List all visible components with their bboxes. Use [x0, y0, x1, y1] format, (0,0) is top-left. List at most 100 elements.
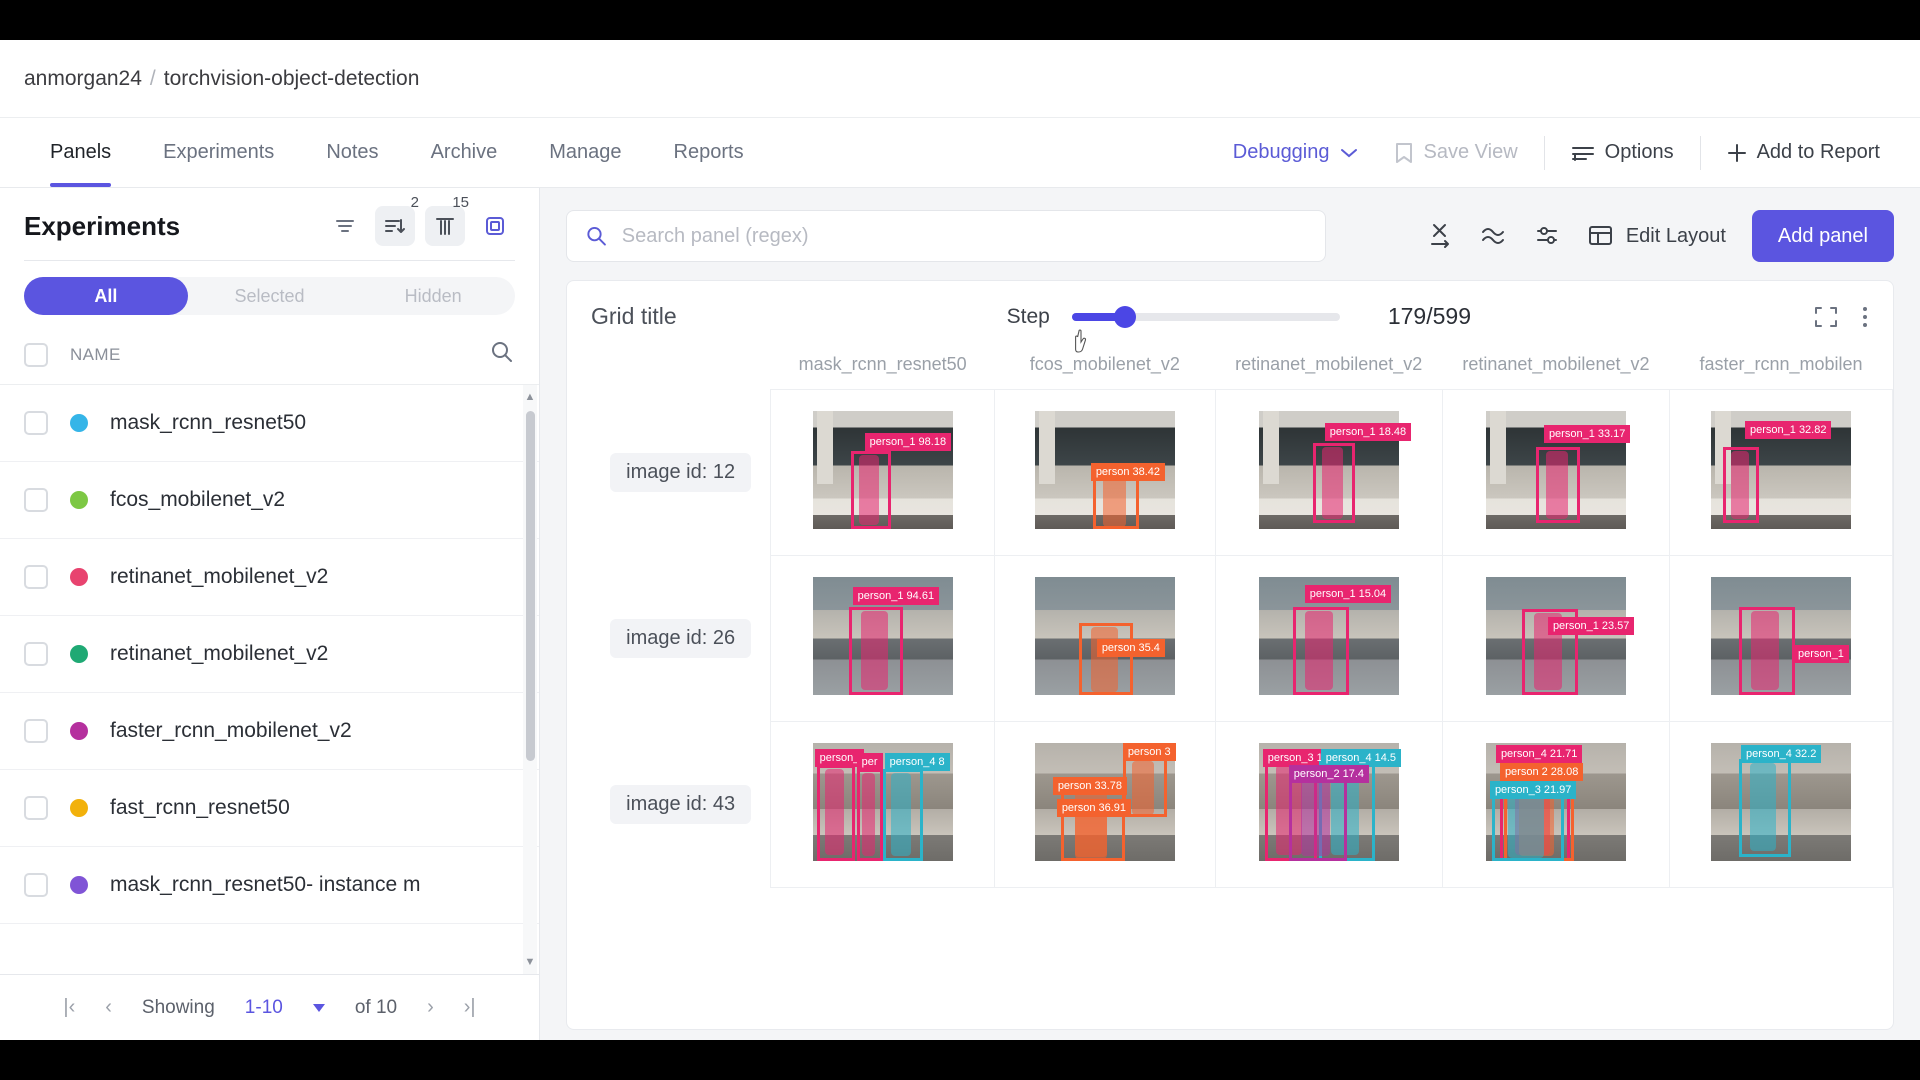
tab-panels[interactable]: Panels — [24, 118, 137, 187]
detection-image[interactable]: person 35.4 — [1034, 577, 1175, 695]
detection-image[interactable]: person_4 32.2 — [1711, 743, 1852, 861]
detection-label: person_4 8 — [884, 753, 950, 772]
options-button[interactable]: Options — [1553, 118, 1692, 187]
fullscreen-button[interactable] — [1813, 304, 1839, 330]
step-slider[interactable] — [1071, 305, 1340, 328]
grid-cell[interactable]: person 3 person 33.78 person 36.91 — [994, 721, 1216, 888]
scroll-up-icon[interactable]: ▲ — [523, 387, 537, 407]
detection-image[interactable]: person_3 15 person_4 14.5 person_2 17.4 — [1258, 743, 1402, 861]
grid-cell[interactable]: person_1 18.48 — [1214, 389, 1443, 556]
last-page-button[interactable]: ›| — [464, 996, 476, 1019]
search-panel-input[interactable] — [621, 224, 1307, 248]
search-experiments-button[interactable] — [489, 339, 515, 370]
select-all-checkbox[interactable] — [24, 342, 48, 367]
detection-image[interactable]: person_1 98.18 — [812, 411, 953, 529]
detection-image[interactable]: person_1 — [1711, 577, 1852, 695]
add-panel-button[interactable]: Add panel — [1751, 210, 1894, 262]
tab-reports[interactable]: Reports — [648, 118, 770, 187]
tab-archive[interactable]: Archive — [405, 118, 524, 187]
experiment-row-3[interactable]: retinanet_mobilenet_v2 — [0, 616, 539, 693]
detection-image[interactable]: person_1 18.48 — [1258, 411, 1412, 529]
grid-cell[interactable]: person_1 23.57 — [1441, 555, 1671, 722]
color-dot — [70, 491, 88, 509]
color-dot — [70, 645, 88, 663]
row-checkbox[interactable] — [24, 796, 48, 820]
experiment-row-4[interactable]: faster_rcnn_mobilenet_v2 — [0, 693, 539, 770]
segment-selected[interactable]: Selected — [188, 277, 352, 315]
experiment-row-2[interactable]: retinanet_mobilenet_v2 — [0, 539, 539, 616]
options-label: Options — [1604, 141, 1674, 163]
detection-image[interactable]: person_1 23.57 — [1485, 577, 1635, 695]
grid-scroll-area[interactable]: mask_rcnn_resnet50 fcos_mobilenet_v2 ret… — [567, 344, 1893, 1029]
step-slider-knob[interactable] — [1114, 305, 1137, 328]
filter-button[interactable] — [325, 206, 365, 246]
row-checkbox[interactable] — [24, 719, 48, 743]
grid-cell[interactable]: person_1 98.18 — [770, 389, 996, 556]
detection-image[interactable]: person 3 person 33.78 person 36.91 — [1034, 743, 1176, 861]
segment-all[interactable]: All — [24, 277, 188, 315]
grid-cell[interactable]: person_3 15 person_4 14.5 person_2 17.4 — [1214, 721, 1443, 888]
prev-page-button[interactable]: ‹ — [105, 996, 112, 1019]
grid-cell[interactable]: person_ per person_4 8 — [770, 721, 996, 888]
grid-cell[interactable]: person_1 33.17 — [1441, 389, 1671, 556]
breadcrumb-project[interactable]: torchvision-object-detection — [164, 67, 420, 91]
segment-hidden[interactable]: Hidden — [351, 277, 515, 315]
search-panel-box[interactable] — [566, 210, 1326, 262]
add-to-report-button[interactable]: Add to Report — [1709, 118, 1898, 187]
column-decoration — [1038, 411, 1055, 485]
edit-layout-button[interactable]: Edit Layout — [1588, 224, 1726, 248]
next-page-button[interactable]: › — [427, 996, 434, 1019]
detection-image[interactable]: person 38.42 — [1034, 411, 1175, 529]
more-vertical-icon — [1863, 306, 1867, 327]
grid-cell[interactable]: person 38.42 — [994, 389, 1216, 556]
first-page-button[interactable]: |‹ — [63, 996, 75, 1019]
tab-notes[interactable]: Notes — [300, 118, 404, 187]
row-checkbox[interactable] — [24, 873, 48, 897]
column-header-name: NAME — [70, 344, 121, 364]
page-size-caret-icon[interactable] — [312, 1003, 325, 1012]
tab-experiments[interactable]: Experiments — [137, 118, 300, 187]
detection-image[interactable]: person_1 32.82 — [1711, 411, 1852, 529]
experiment-row-1[interactable]: fcos_mobilenet_v2 — [0, 462, 539, 539]
experiment-row-0[interactable]: mask_rcnn_resnet50 — [0, 385, 539, 462]
experiment-row-5[interactable]: fast_rcnn_resnet50 — [0, 770, 539, 847]
detection-image[interactable]: person_4 21.71 person 2 28.08 person_3 21.… — [1485, 743, 1626, 861]
row-checkbox[interactable] — [24, 411, 48, 435]
sort-button[interactable]: 2 — [375, 194, 419, 246]
grid-cell[interactable]: person_1 15.04 — [1214, 555, 1443, 722]
detection-image[interactable]: person_1 33.17 — [1485, 411, 1631, 529]
row-checkbox[interactable] — [24, 565, 48, 589]
grid-cell[interactable]: person 35.4 — [994, 555, 1216, 722]
grid-cell[interactable]: person_1 94.61 — [770, 555, 996, 722]
row-checkbox[interactable] — [24, 642, 48, 666]
scrollbar-thumb[interactable] — [526, 411, 535, 761]
grid-col-0: mask_rcnn_resnet50 — [798, 354, 967, 374]
breadcrumb-user[interactable]: anmorgan24 — [24, 67, 142, 91]
detection-image[interactable]: person_ per person_4 8 — [812, 743, 953, 861]
grid-cell[interactable]: person_4 32.2 — [1669, 721, 1893, 888]
detection-label: person_1 94.61 — [852, 587, 940, 606]
detection-image[interactable]: person_1 15.04 — [1258, 577, 1399, 695]
detection-image[interactable]: person_1 94.61 — [812, 577, 953, 695]
grid-cell[interactable]: person_1 32.82 — [1669, 389, 1893, 556]
save-view-button[interactable]: Save View — [1376, 118, 1536, 187]
detection-label: person_1 33.17 — [1543, 425, 1631, 444]
row-checkbox[interactable] — [24, 488, 48, 512]
grid-cell[interactable]: person_1 — [1669, 555, 1893, 722]
panel-settings-button[interactable] — [1534, 223, 1562, 249]
scroll-down-icon[interactable]: ▼ — [523, 952, 537, 972]
grid-body: image id: 12 person_1 98.18 person 38.42 pe… — [591, 389, 1893, 888]
grid-cell[interactable]: person_4 21.71 person 2 28.08 person_3 21.… — [1441, 721, 1671, 888]
experiment-row-6[interactable]: mask_rcnn_resnet50- instance m — [0, 847, 539, 924]
tab-manage[interactable]: Manage — [523, 118, 647, 187]
sidebar-scrollbar[interactable]: ▲ ▼ — [523, 385, 537, 974]
plus-icon — [1727, 143, 1746, 162]
smoothing-button[interactable] — [1480, 223, 1508, 249]
view-selector[interactable]: Debugging — [1215, 118, 1376, 187]
page-range[interactable]: 1-10 — [245, 997, 283, 1019]
panel-more-button[interactable] — [1861, 304, 1869, 330]
x-axis-button[interactable] — [1428, 222, 1454, 250]
columns-button[interactable]: 15 — [425, 194, 469, 246]
grid-hscrollbar[interactable] — [540, 1030, 1920, 1040]
layout-toggle-button[interactable] — [475, 206, 515, 246]
